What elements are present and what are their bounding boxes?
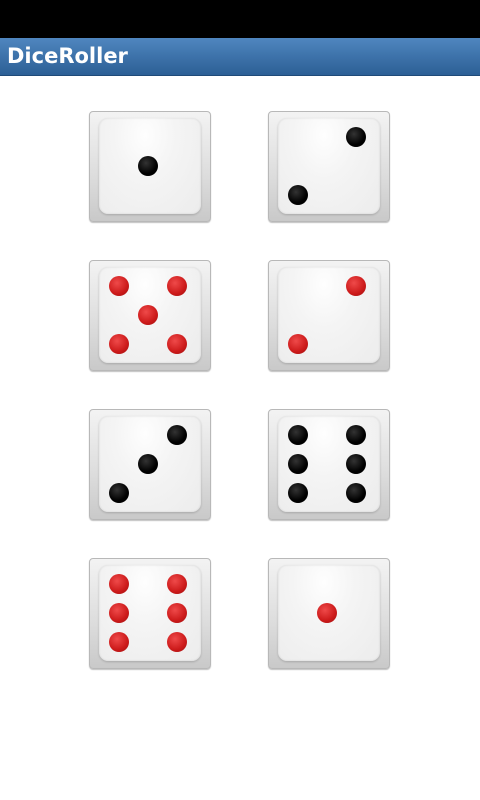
pip [109,574,129,594]
die-face [99,267,201,363]
die-face [278,267,380,363]
die-4[interactable] [268,260,390,371]
pip [167,603,187,623]
die-2[interactable] [268,111,390,222]
pip [346,127,366,147]
die-3[interactable] [89,260,211,371]
die-face [99,118,201,214]
pip [317,603,337,623]
status-bar [0,0,480,38]
pip [346,425,366,445]
pip [346,454,366,474]
pip [346,483,366,503]
pip [109,276,129,296]
dice-grid [0,76,480,800]
die-7[interactable] [89,558,211,669]
pip [346,276,366,296]
pip [288,425,308,445]
pip [167,334,187,354]
die-8[interactable] [268,558,390,669]
pip [167,574,187,594]
die-1[interactable] [89,111,211,222]
pip [288,185,308,205]
pip [167,632,187,652]
pip [288,454,308,474]
pip [138,305,158,325]
die-face [99,416,201,512]
app-title: DiceRoller [7,44,128,68]
pip [109,483,129,503]
pip [167,425,187,445]
die-face [99,565,201,661]
die-face [278,118,380,214]
pip [167,276,187,296]
pip [138,454,158,474]
pip [138,156,158,176]
pip [288,483,308,503]
die-face [278,416,380,512]
pip [109,603,129,623]
pip [109,334,129,354]
die-6[interactable] [268,409,390,520]
die-5[interactable] [89,409,211,520]
die-face [278,565,380,661]
pip [109,632,129,652]
title-bar: DiceRoller [0,38,480,76]
pip [288,334,308,354]
